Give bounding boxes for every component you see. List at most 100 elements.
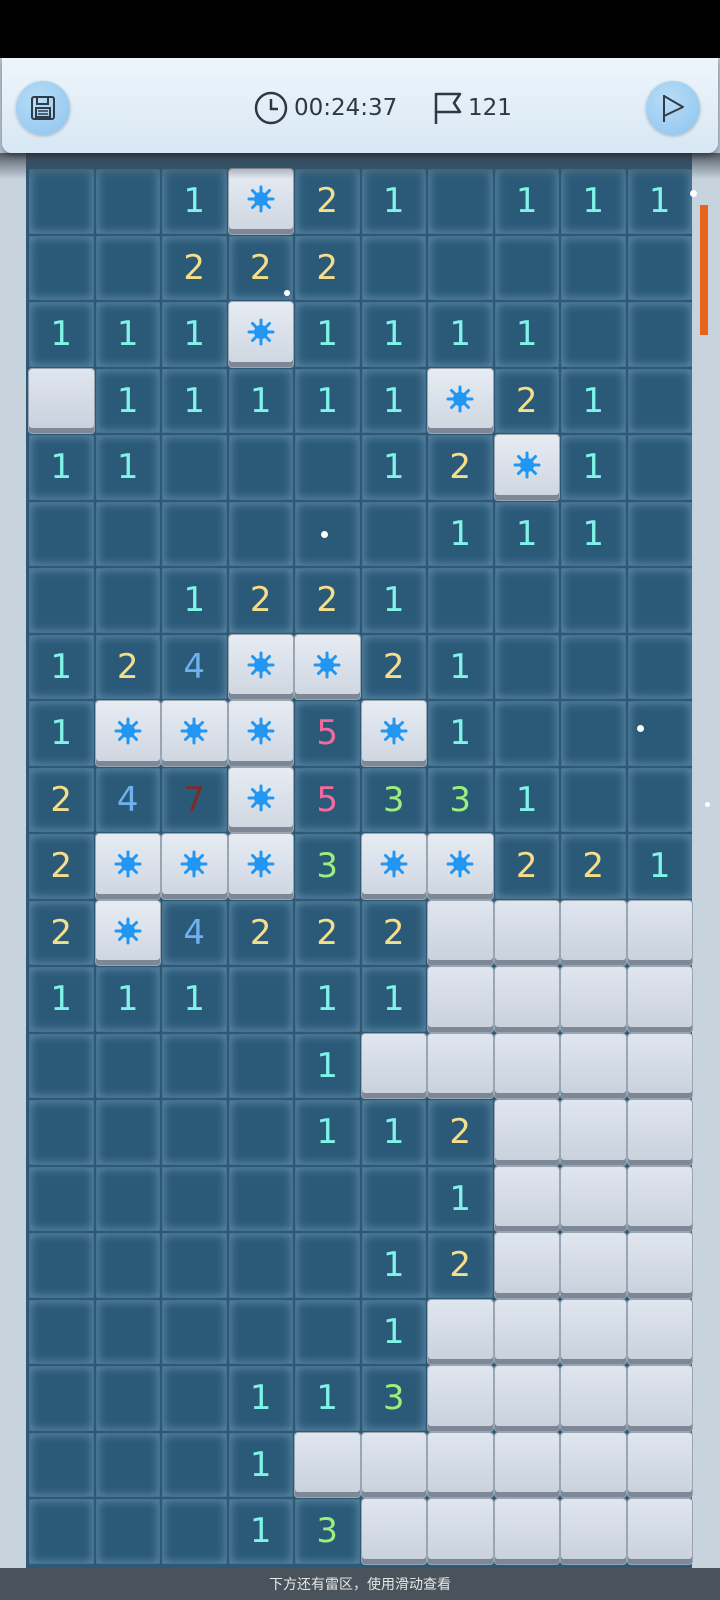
scrollbar[interactable] — [700, 205, 708, 335]
empty-cell[interactable] — [29, 1432, 94, 1497]
covered-cell[interactable] — [428, 900, 493, 965]
number-cell[interactable]: 1 — [428, 634, 493, 699]
mine-cell[interactable] — [162, 701, 227, 766]
number-cell[interactable]: 1 — [561, 368, 626, 433]
covered-cell[interactable] — [428, 1499, 493, 1564]
empty-cell[interactable] — [627, 235, 692, 300]
number-cell[interactable]: 1 — [494, 501, 559, 566]
empty-cell[interactable] — [95, 568, 160, 633]
empty-cell[interactable] — [95, 1499, 160, 1564]
number-cell[interactable]: 1 — [428, 501, 493, 566]
number-cell[interactable]: 2 — [228, 235, 293, 300]
number-cell[interactable]: 2 — [428, 1100, 493, 1165]
empty-cell[interactable] — [627, 767, 692, 832]
empty-cell[interactable] — [95, 235, 160, 300]
number-cell[interactable]: 1 — [295, 1100, 360, 1165]
covered-cell[interactable] — [494, 1432, 559, 1497]
empty-cell[interactable] — [494, 568, 559, 633]
number-cell[interactable]: 7 — [162, 767, 227, 832]
empty-cell[interactable] — [627, 634, 692, 699]
empty-cell[interactable] — [627, 435, 692, 500]
covered-cell[interactable] — [494, 900, 559, 965]
empty-cell[interactable] — [162, 1366, 227, 1431]
empty-cell[interactable] — [29, 501, 94, 566]
number-cell[interactable]: 1 — [627, 834, 692, 899]
empty-cell[interactable] — [494, 634, 559, 699]
empty-cell[interactable] — [561, 302, 626, 367]
covered-cell[interactable] — [428, 1299, 493, 1364]
number-cell[interactable]: 2 — [361, 900, 426, 965]
covered-cell[interactable] — [627, 1100, 692, 1165]
number-cell[interactable]: 1 — [295, 1366, 360, 1431]
empty-cell[interactable] — [428, 235, 493, 300]
covered-cell[interactable] — [428, 967, 493, 1032]
empty-cell[interactable] — [29, 1033, 94, 1098]
covered-cell[interactable] — [361, 1499, 426, 1564]
number-cell[interactable]: 1 — [162, 302, 227, 367]
number-cell[interactable]: 1 — [29, 302, 94, 367]
minesweeper-board[interactable]: 1 2 1 1 1 1 2 2 2 1 1 1 1 1 1 1 1 1 1 1 1 2 1 1 1 1 2 1 1 1 1 1 2 2 1 1 2 4 2 1… — [28, 168, 693, 1568]
number-cell[interactable]: 1 — [228, 1366, 293, 1431]
number-cell[interactable]: 1 — [361, 1233, 426, 1298]
empty-cell[interactable] — [561, 568, 626, 633]
covered-cell[interactable] — [627, 1166, 692, 1231]
empty-cell[interactable] — [228, 435, 293, 500]
number-cell[interactable]: 1 — [95, 967, 160, 1032]
covered-cell[interactable] — [494, 1499, 559, 1564]
covered-cell[interactable] — [561, 1499, 626, 1564]
number-cell[interactable]: 1 — [29, 435, 94, 500]
number-cell[interactable]: 1 — [428, 701, 493, 766]
covered-cell[interactable] — [494, 1366, 559, 1431]
covered-cell[interactable] — [627, 1299, 692, 1364]
mine-cell[interactable] — [95, 900, 160, 965]
number-cell[interactable]: 1 — [228, 1432, 293, 1497]
empty-cell[interactable] — [627, 501, 692, 566]
covered-cell[interactable] — [627, 1233, 692, 1298]
empty-cell[interactable] — [29, 1233, 94, 1298]
covered-cell[interactable] — [561, 900, 626, 965]
number-cell[interactable]: 2 — [561, 834, 626, 899]
number-cell[interactable]: 1 — [361, 967, 426, 1032]
mine-cell[interactable] — [95, 701, 160, 766]
empty-cell[interactable] — [627, 568, 692, 633]
empty-cell[interactable] — [162, 1499, 227, 1564]
number-cell[interactable]: 1 — [361, 568, 426, 633]
empty-cell[interactable] — [361, 501, 426, 566]
mine-cell[interactable] — [428, 368, 493, 433]
number-cell[interactable]: 2 — [361, 634, 426, 699]
covered-cell[interactable] — [627, 1432, 692, 1497]
empty-cell[interactable] — [95, 1166, 160, 1231]
number-cell[interactable]: 2 — [228, 900, 293, 965]
empty-cell[interactable] — [95, 1366, 160, 1431]
number-cell[interactable]: 5 — [295, 767, 360, 832]
number-cell[interactable]: 1 — [95, 368, 160, 433]
empty-cell[interactable] — [95, 501, 160, 566]
number-cell[interactable]: 1 — [228, 1499, 293, 1564]
covered-cell[interactable] — [494, 1033, 559, 1098]
number-cell[interactable]: 1 — [361, 368, 426, 433]
covered-cell[interactable] — [428, 1432, 493, 1497]
empty-cell[interactable] — [361, 1166, 426, 1231]
number-cell[interactable]: 2 — [295, 235, 360, 300]
number-cell[interactable]: 2 — [494, 368, 559, 433]
covered-cell[interactable] — [29, 368, 94, 433]
number-cell[interactable]: 2 — [29, 834, 94, 899]
number-cell[interactable]: 2 — [494, 834, 559, 899]
covered-cell[interactable] — [494, 1166, 559, 1231]
number-cell[interactable]: 2 — [228, 568, 293, 633]
covered-cell[interactable] — [561, 1033, 626, 1098]
covered-cell[interactable] — [561, 1299, 626, 1364]
empty-cell[interactable] — [295, 1166, 360, 1231]
mine-cell[interactable] — [228, 634, 293, 699]
covered-cell[interactable] — [627, 900, 692, 965]
mine-cell[interactable] — [494, 435, 559, 500]
mine-cell[interactable] — [295, 634, 360, 699]
empty-cell[interactable] — [29, 1100, 94, 1165]
number-cell[interactable]: 1 — [162, 568, 227, 633]
empty-cell[interactable] — [29, 235, 94, 300]
empty-cell[interactable] — [162, 1432, 227, 1497]
number-cell[interactable]: 1 — [361, 1299, 426, 1364]
empty-cell[interactable] — [228, 1299, 293, 1364]
covered-cell[interactable] — [428, 1033, 493, 1098]
empty-cell[interactable] — [95, 1033, 160, 1098]
